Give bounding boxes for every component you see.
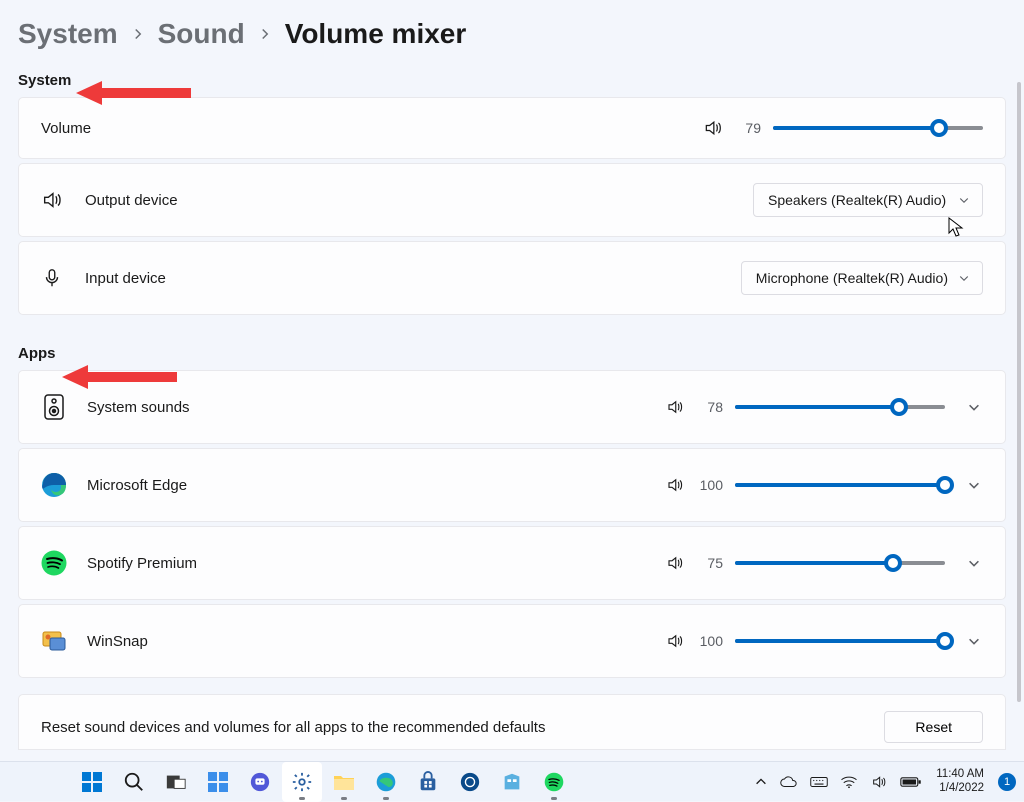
app-name: Spotify Premium: [87, 555, 665, 572]
task-view-button[interactable]: [156, 762, 196, 802]
spotify-icon: [41, 550, 67, 576]
notification-badge[interactable]: 1: [998, 773, 1016, 791]
microphone-icon: [41, 267, 63, 289]
taskbar-app[interactable]: [450, 762, 490, 802]
app-name: Microsoft Edge: [87, 477, 665, 494]
taskbar-date: 1/4/2022: [936, 782, 984, 795]
system-sounds-icon: [41, 394, 67, 420]
search-button[interactable]: [114, 762, 154, 802]
volume-icon[interactable]: [870, 774, 888, 790]
app-row-winsnap: WinSnap 100: [18, 604, 1006, 678]
app-row-spotify: Spotify Premium 75: [18, 526, 1006, 600]
app-volume-value: 75: [697, 555, 723, 571]
taskbar-clock[interactable]: 11:40 AM 1/4/2022: [936, 768, 984, 794]
speaker-icon: [41, 189, 63, 211]
taskbar-time: 11:40 AM: [936, 768, 984, 781]
output-device-label: Output device: [85, 192, 753, 209]
taskbar-app[interactable]: [492, 762, 532, 802]
chevron-right-icon: [259, 28, 271, 40]
section-system-label: System: [18, 72, 1006, 89]
edge-icon: [41, 472, 67, 498]
onedrive-icon[interactable]: [780, 775, 798, 789]
battery-icon[interactable]: [900, 775, 922, 789]
input-device-card: Input device Microphone (Realtek(R) Audi…: [18, 241, 1006, 315]
input-device-value: Microphone (Realtek(R) Audio): [756, 270, 948, 286]
taskbar: 11:40 AM 1/4/2022 1: [0, 761, 1024, 801]
app-volume-value: 100: [697, 477, 723, 493]
speaker-icon[interactable]: [665, 631, 685, 651]
breadcrumb: System Sound Volume mixer: [18, 18, 1006, 50]
expand-button[interactable]: [965, 632, 983, 650]
app-volume-slider[interactable]: [735, 397, 945, 417]
reset-button[interactable]: Reset: [884, 711, 983, 743]
input-device-label: Input device: [85, 270, 741, 287]
app-volume-slider[interactable]: [735, 631, 945, 651]
output-device-value: Speakers (Realtek(R) Audio): [768, 192, 946, 208]
app-row-system-sounds: System sounds 78: [18, 370, 1006, 444]
expand-button[interactable]: [965, 398, 983, 416]
taskbar-spotify[interactable]: [534, 762, 574, 802]
app-row-microsoft-edge: Microsoft Edge 100: [18, 448, 1006, 522]
keyboard-icon[interactable]: [810, 775, 828, 789]
section-apps-label: Apps: [18, 345, 1006, 362]
output-device-card: Output device Speakers (Realtek(R) Audio…: [18, 163, 1006, 237]
wifi-icon[interactable]: [840, 775, 858, 789]
expand-button[interactable]: [965, 476, 983, 494]
app-volume-value: 78: [697, 399, 723, 415]
taskbar-explorer[interactable]: [324, 762, 364, 802]
volume-card: Volume 79: [18, 97, 1006, 159]
breadcrumb-system[interactable]: System: [18, 18, 118, 50]
winsnap-icon: [41, 628, 67, 654]
taskbar-settings[interactable]: [282, 762, 322, 802]
speaker-icon[interactable]: [665, 475, 685, 495]
volume-value: 79: [735, 120, 761, 136]
widgets-button[interactable]: [198, 762, 238, 802]
output-device-select[interactable]: Speakers (Realtek(R) Audio): [753, 183, 983, 217]
chevron-down-icon: [958, 194, 970, 206]
chevron-down-icon: [958, 272, 970, 284]
app-volume-value: 100: [697, 633, 723, 649]
app-volume-slider[interactable]: [735, 553, 945, 573]
breadcrumb-current: Volume mixer: [285, 18, 467, 50]
tray-chevron-up-icon[interactable]: [754, 775, 768, 789]
taskbar-store[interactable]: [408, 762, 448, 802]
input-device-select[interactable]: Microphone (Realtek(R) Audio): [741, 261, 983, 295]
reset-label: Reset sound devices and volumes for all …: [41, 719, 884, 736]
app-volume-slider[interactable]: [735, 475, 945, 495]
app-name: WinSnap: [87, 633, 665, 650]
scrollbar[interactable]: [1017, 82, 1021, 702]
chat-button[interactable]: [240, 762, 280, 802]
speaker-icon[interactable]: [665, 553, 685, 573]
app-name: System sounds: [87, 399, 665, 416]
volume-label: Volume: [41, 120, 703, 137]
start-button[interactable]: [72, 762, 112, 802]
reset-row: Reset sound devices and volumes for all …: [18, 694, 1006, 750]
taskbar-edge[interactable]: [366, 762, 406, 802]
chevron-right-icon: [132, 28, 144, 40]
breadcrumb-sound[interactable]: Sound: [158, 18, 245, 50]
speaker-icon[interactable]: [703, 118, 723, 138]
volume-slider[interactable]: [773, 118, 983, 138]
expand-button[interactable]: [965, 554, 983, 572]
speaker-icon[interactable]: [665, 397, 685, 417]
